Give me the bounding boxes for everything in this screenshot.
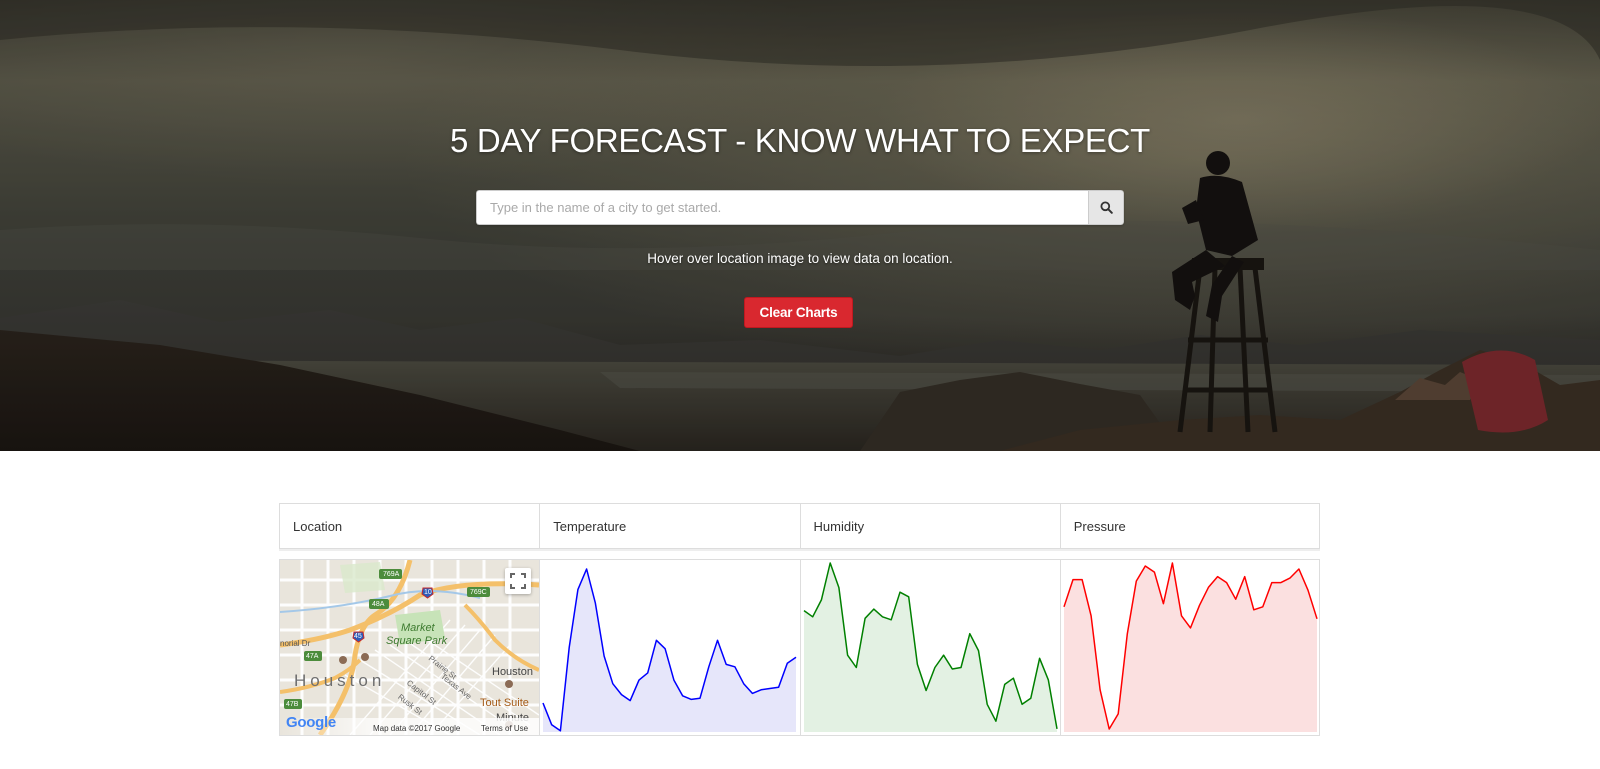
map-label-memorial: norial Dr bbox=[280, 639, 311, 648]
page-title: 5 DAY FORECAST - KNOW WHAT TO EXPECT bbox=[449, 122, 1151, 159]
search-input[interactable] bbox=[476, 190, 1088, 225]
humidity-chart[interactable] bbox=[801, 560, 1060, 735]
map-attribution: Map data ©2017 Google bbox=[373, 724, 461, 733]
location-map[interactable]: 769A 769C 48A 47A 47B 10 45 Market Squar… bbox=[280, 560, 539, 735]
temperature-chart[interactable] bbox=[540, 560, 799, 735]
forecast-table: Location Temperature Humidity Pressure 7… bbox=[279, 503, 1320, 736]
table-row: 769A 769C 48A 47A 47B 10 45 Market Squar… bbox=[279, 559, 1320, 736]
map-label-48a: 48A bbox=[372, 601, 385, 608]
map-label-houston-poi: Houston bbox=[492, 666, 533, 678]
header-divider bbox=[279, 549, 1320, 551]
map-label-47a: 47A bbox=[306, 653, 319, 660]
table-header-row: Location Temperature Humidity Pressure bbox=[279, 503, 1320, 549]
map-label-park: Square Park bbox=[386, 635, 448, 647]
search-button[interactable] bbox=[1088, 190, 1124, 225]
map-terms-link[interactable]: Terms of Use bbox=[481, 724, 528, 733]
map-label-market: Market bbox=[401, 622, 435, 634]
hero-banner: 5 DAY FORECAST - KNOW WHAT TO EXPECT Hov… bbox=[0, 0, 1600, 451]
header-temperature: Temperature bbox=[539, 503, 800, 549]
map-label-tout-suite: Tout Suite bbox=[480, 697, 529, 709]
pressure-chart[interactable] bbox=[1061, 560, 1320, 735]
map-label-i10: 10 bbox=[424, 589, 432, 596]
fullscreen-icon bbox=[510, 573, 526, 589]
location-cell: 769A 769C 48A 47A 47B 10 45 Market Squar… bbox=[279, 559, 540, 736]
map-fullscreen-button[interactable] bbox=[505, 568, 531, 594]
map-label-47b: 47B bbox=[286, 701, 299, 708]
clear-charts-button[interactable]: Clear Charts bbox=[744, 297, 853, 328]
map-label-houston: Houston bbox=[294, 671, 386, 690]
humidity-cell bbox=[799, 559, 1060, 736]
temperature-area bbox=[543, 569, 797, 732]
hover-hint: Hover over location image to view data o… bbox=[647, 251, 953, 266]
header-humidity: Humidity bbox=[799, 503, 1060, 549]
pressure-area bbox=[1063, 563, 1317, 732]
humidity-area bbox=[803, 563, 1057, 732]
header-location: Location bbox=[279, 503, 540, 549]
map-label-769a: 769A bbox=[383, 571, 400, 578]
pressure-cell bbox=[1059, 559, 1320, 736]
search-bar bbox=[476, 190, 1124, 225]
google-logo: Google bbox=[286, 714, 336, 731]
search-icon bbox=[1100, 201, 1113, 214]
map-label-769c: 769C bbox=[470, 589, 487, 596]
hero-content: 5 DAY FORECAST - KNOW WHAT TO EXPECT Hov… bbox=[0, 0, 1600, 451]
temperature-cell bbox=[539, 559, 800, 736]
header-pressure: Pressure bbox=[1059, 503, 1320, 549]
map-label-i45: 45 bbox=[354, 633, 362, 640]
